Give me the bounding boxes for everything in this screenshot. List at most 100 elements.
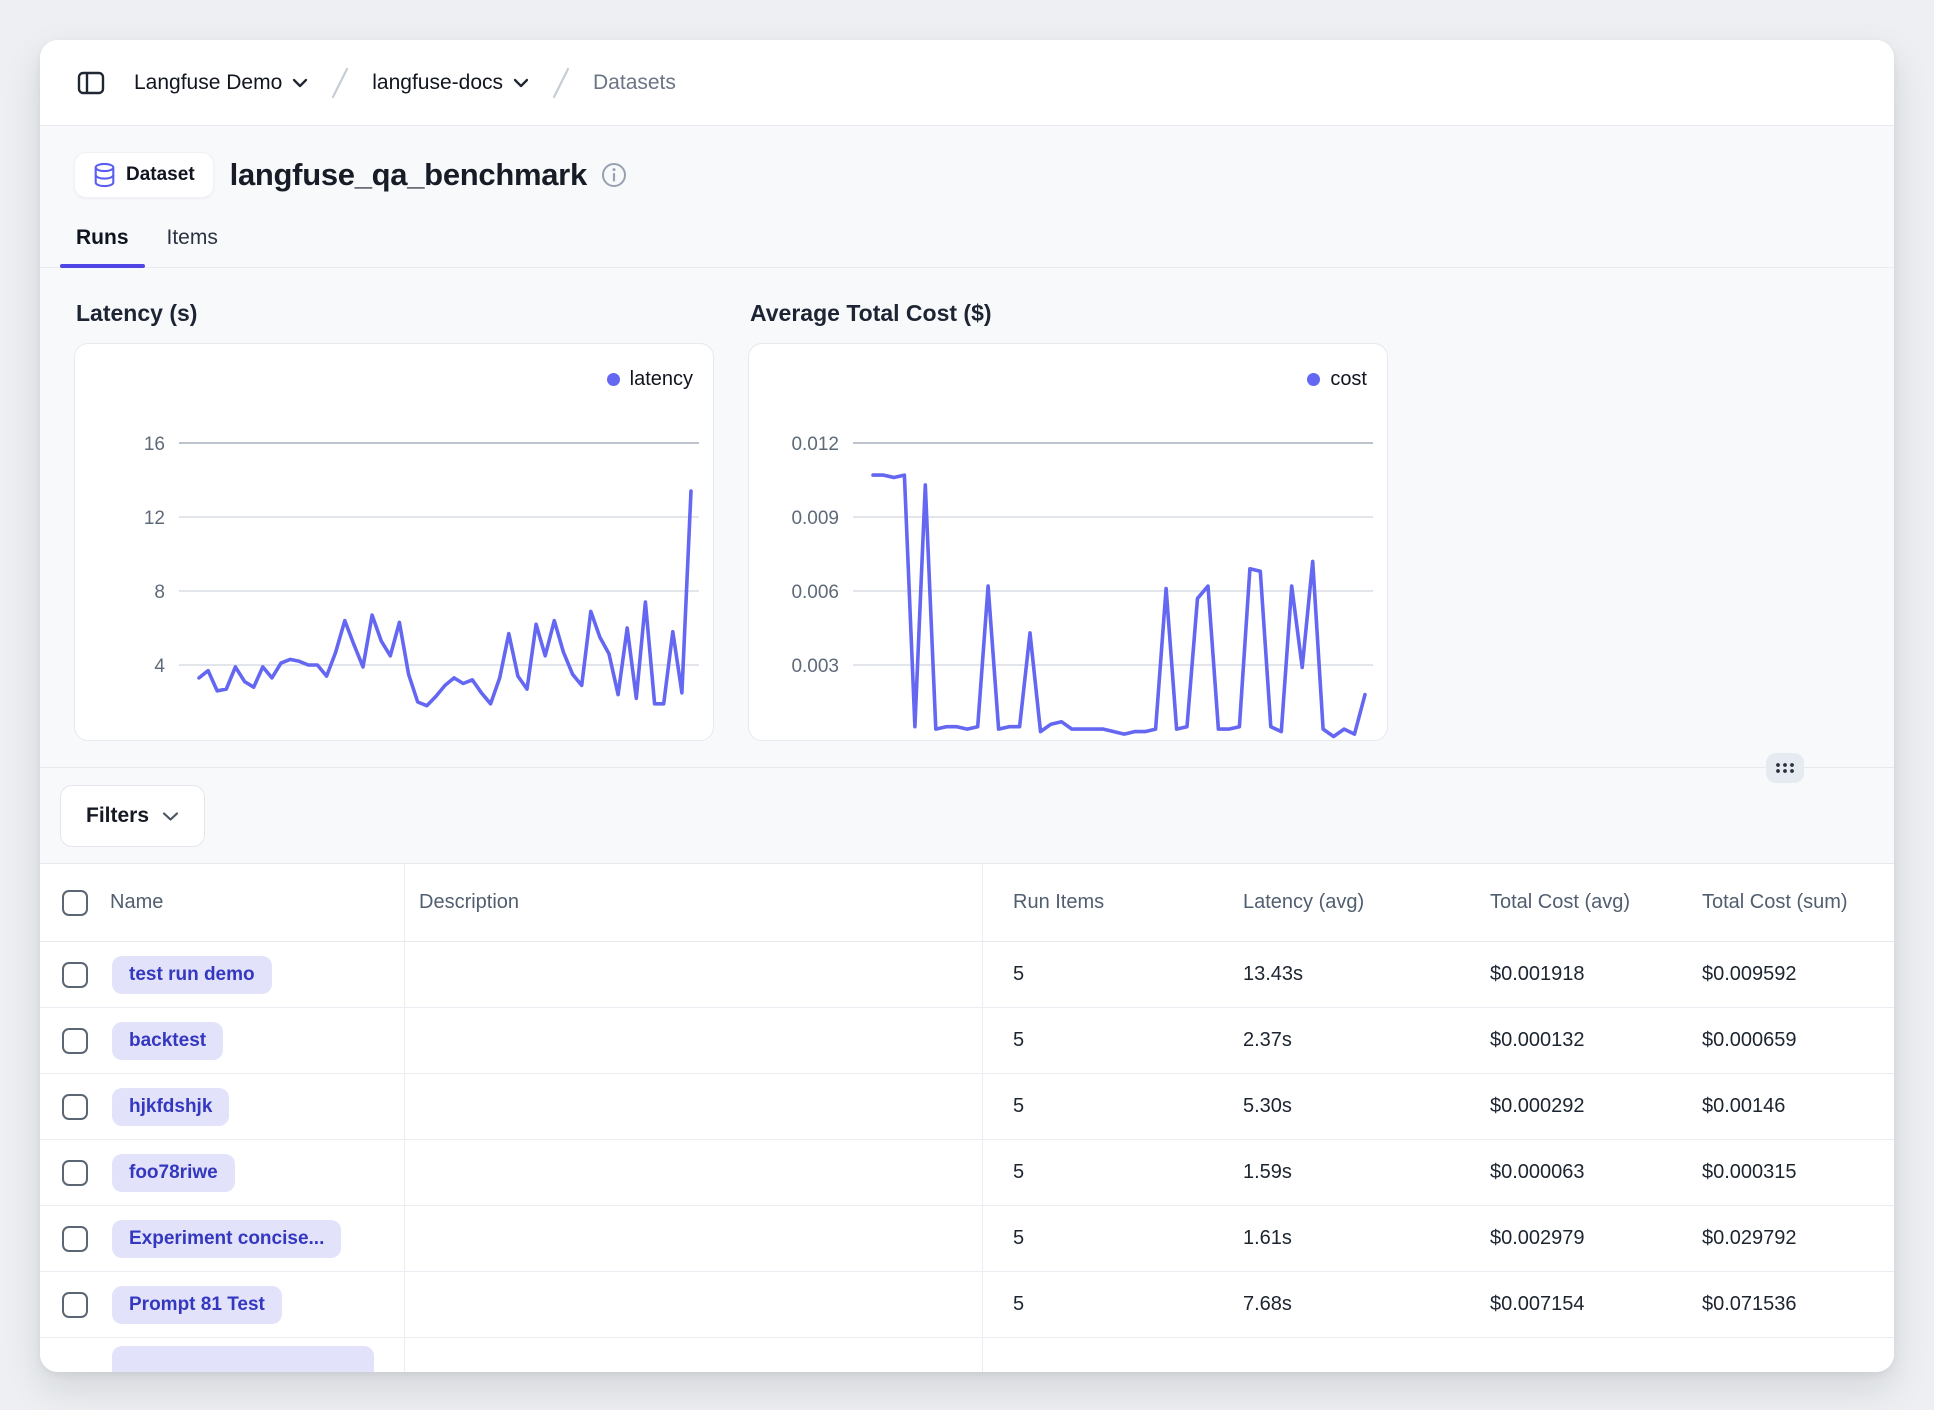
breadcrumb-project-selector[interactable]: langfuse-docs bbox=[372, 71, 529, 95]
row-checkbox[interactable] bbox=[62, 1160, 88, 1186]
legend-label: cost bbox=[1330, 368, 1367, 391]
filters-row: Filters bbox=[40, 768, 1894, 863]
resize-handle[interactable] bbox=[1766, 753, 1804, 783]
y-axis-tick-label: 12 bbox=[144, 508, 165, 529]
tab-items[interactable]: Items bbox=[151, 220, 234, 267]
run-name-pill[interactable]: test run demo bbox=[112, 956, 272, 994]
row-checkbox[interactable] bbox=[62, 962, 88, 988]
database-icon bbox=[93, 162, 116, 188]
total-cost-avg-cell: $0.002979 bbox=[1460, 1206, 1702, 1271]
select-all-checkbox[interactable] bbox=[62, 890, 88, 916]
y-axis-tick-label: 0.009 bbox=[791, 508, 839, 529]
y-axis-tick-label: 0.003 bbox=[791, 656, 839, 677]
run-name-pill[interactable]: backtest bbox=[112, 1022, 223, 1060]
breadcrumb-org-label: Langfuse Demo bbox=[134, 71, 282, 95]
total-cost-sum-cell: $0.000315 bbox=[1702, 1140, 1894, 1205]
latency-chart-legend: latency bbox=[607, 368, 693, 391]
table-row[interactable]: Prompt 81 Test 5 7.68s $0.007154 $0.0715… bbox=[40, 1272, 1894, 1338]
breadcrumb-project-label: langfuse-docs bbox=[372, 71, 503, 95]
page-content: Dataset langfuse_qa_benchmark Runs bbox=[40, 126, 1894, 1372]
latency-chart-card: latency 481216 bbox=[74, 343, 714, 741]
legend-dot-icon bbox=[607, 373, 620, 386]
latency-avg-cell: 1.59s bbox=[1213, 1140, 1460, 1205]
table-row[interactable]: hjkfdshjk 5 5.30s $0.000292 $0.00146 bbox=[40, 1074, 1894, 1140]
legend-label: latency bbox=[630, 368, 693, 391]
chevron-down-icon bbox=[162, 811, 179, 822]
cost-chart-block: Average Total Cost ($) cost 0.003 0.006 0.… bbox=[748, 300, 1388, 741]
table-row[interactable]: foo78riwe 5 1.59s $0.000063 $0.000315 bbox=[40, 1140, 1894, 1206]
total-cost-sum-cell: $0.000659 bbox=[1702, 1008, 1894, 1073]
tab-runs-label: Runs bbox=[76, 226, 129, 249]
latency-avg-cell: 5.30s bbox=[1213, 1074, 1460, 1139]
chevron-down-icon bbox=[292, 78, 308, 88]
column-header-total-cost-sum: Total Cost (sum) bbox=[1702, 864, 1894, 941]
run-name-pill[interactable]: Prompt 81 Test bbox=[112, 1286, 282, 1324]
run-description-cell bbox=[405, 1074, 983, 1139]
filters-button[interactable]: Filters bbox=[60, 785, 205, 847]
run-description-cell bbox=[405, 1008, 983, 1073]
grip-dots-icon bbox=[1774, 761, 1796, 775]
row-checkbox[interactable] bbox=[62, 1028, 88, 1054]
run-name-pill[interactable]: hjkfdshjk bbox=[112, 1088, 229, 1126]
runs-table: Name Description Run Items Latency (avg)… bbox=[40, 863, 1894, 1372]
section-divider bbox=[40, 767, 1894, 768]
breadcrumb-section: Datasets bbox=[593, 71, 676, 95]
run-name-pill[interactable]: Experiment concise... bbox=[112, 1220, 341, 1258]
y-axis-tick-label: 0.006 bbox=[791, 582, 839, 603]
total-cost-avg-cell: $0.007154 bbox=[1460, 1272, 1702, 1337]
latency-line-chart[interactable]: 481216 bbox=[75, 344, 713, 740]
data-series-line bbox=[873, 475, 1365, 736]
table-body: test run demo 5 13.43s $0.001918 $0.0095… bbox=[40, 942, 1894, 1338]
total-cost-sum-cell: $0.029792 bbox=[1702, 1206, 1894, 1271]
tab-items-label: Items bbox=[167, 226, 218, 249]
chevron-down-icon bbox=[513, 78, 529, 88]
cost-chart-legend: cost bbox=[1307, 368, 1367, 391]
table-row[interactable]: Experiment concise... 5 1.61s $0.002979 … bbox=[40, 1206, 1894, 1272]
sidebar-toggle-button[interactable] bbox=[76, 69, 106, 97]
run-items-cell: 5 bbox=[983, 942, 1213, 1007]
charts-section: Latency (s) latency 481216 Average Total… bbox=[40, 268, 1894, 741]
column-header-run-items: Run Items bbox=[983, 864, 1213, 941]
run-description-cell bbox=[405, 1140, 983, 1205]
data-series-line bbox=[199, 491, 691, 706]
breadcrumb-slash-icon bbox=[330, 66, 350, 100]
breadcrumb-org-selector[interactable]: Langfuse Demo bbox=[134, 71, 308, 95]
run-items-cell: 5 bbox=[983, 1272, 1213, 1337]
dataset-header: Dataset langfuse_qa_benchmark bbox=[40, 126, 1894, 198]
cost-chart-title: Average Total Cost ($) bbox=[750, 300, 1388, 327]
table-row[interactable]: test run demo 5 13.43s $0.001918 $0.0095… bbox=[40, 942, 1894, 1008]
total-cost-sum-cell: $0.071536 bbox=[1702, 1272, 1894, 1337]
legend-dot-icon bbox=[1307, 373, 1320, 386]
latency-avg-cell: 7.68s bbox=[1213, 1272, 1460, 1337]
table-row-partial[interactable] bbox=[40, 1338, 1894, 1372]
total-cost-sum-cell: $0.00146 bbox=[1702, 1074, 1894, 1139]
latency-avg-cell: 2.37s bbox=[1213, 1008, 1460, 1073]
column-header-description: Description bbox=[405, 864, 983, 941]
dataset-badge: Dataset bbox=[74, 152, 214, 198]
column-header-latency-avg: Latency (avg) bbox=[1213, 864, 1460, 941]
tab-runs[interactable]: Runs bbox=[60, 220, 145, 267]
row-checkbox[interactable] bbox=[62, 1292, 88, 1318]
run-description-cell bbox=[405, 942, 983, 1007]
latency-chart-block: Latency (s) latency 481216 bbox=[74, 300, 714, 741]
column-header-total-cost-avg: Total Cost (avg) bbox=[1460, 864, 1702, 941]
run-description-cell bbox=[405, 1272, 983, 1337]
run-items-cell: 5 bbox=[983, 1074, 1213, 1139]
table-row[interactable]: backtest 5 2.37s $0.000132 $0.000659 bbox=[40, 1008, 1894, 1074]
total-cost-avg-cell: $0.000132 bbox=[1460, 1008, 1702, 1073]
row-checkbox[interactable] bbox=[62, 1226, 88, 1252]
info-button[interactable] bbox=[601, 162, 627, 188]
column-header-name: Name bbox=[100, 864, 405, 941]
total-cost-avg-cell: $0.000063 bbox=[1460, 1140, 1702, 1205]
run-items-cell: 5 bbox=[983, 1206, 1213, 1271]
tab-bar: Runs Items bbox=[40, 220, 1894, 268]
run-name-pill[interactable]: foo78riwe bbox=[112, 1154, 235, 1192]
row-checkbox[interactable] bbox=[62, 1094, 88, 1120]
cost-line-chart[interactable]: 0.0030.0060.0090.012 bbox=[749, 344, 1387, 740]
panel-left-icon bbox=[76, 69, 106, 97]
total-cost-avg-cell: $0.000292 bbox=[1460, 1074, 1702, 1139]
info-icon bbox=[601, 162, 627, 188]
breadcrumb: Langfuse Demo langfuse-docs bbox=[134, 66, 676, 100]
run-name-pill[interactable] bbox=[112, 1346, 374, 1372]
breadcrumb-slash-icon bbox=[551, 66, 571, 100]
